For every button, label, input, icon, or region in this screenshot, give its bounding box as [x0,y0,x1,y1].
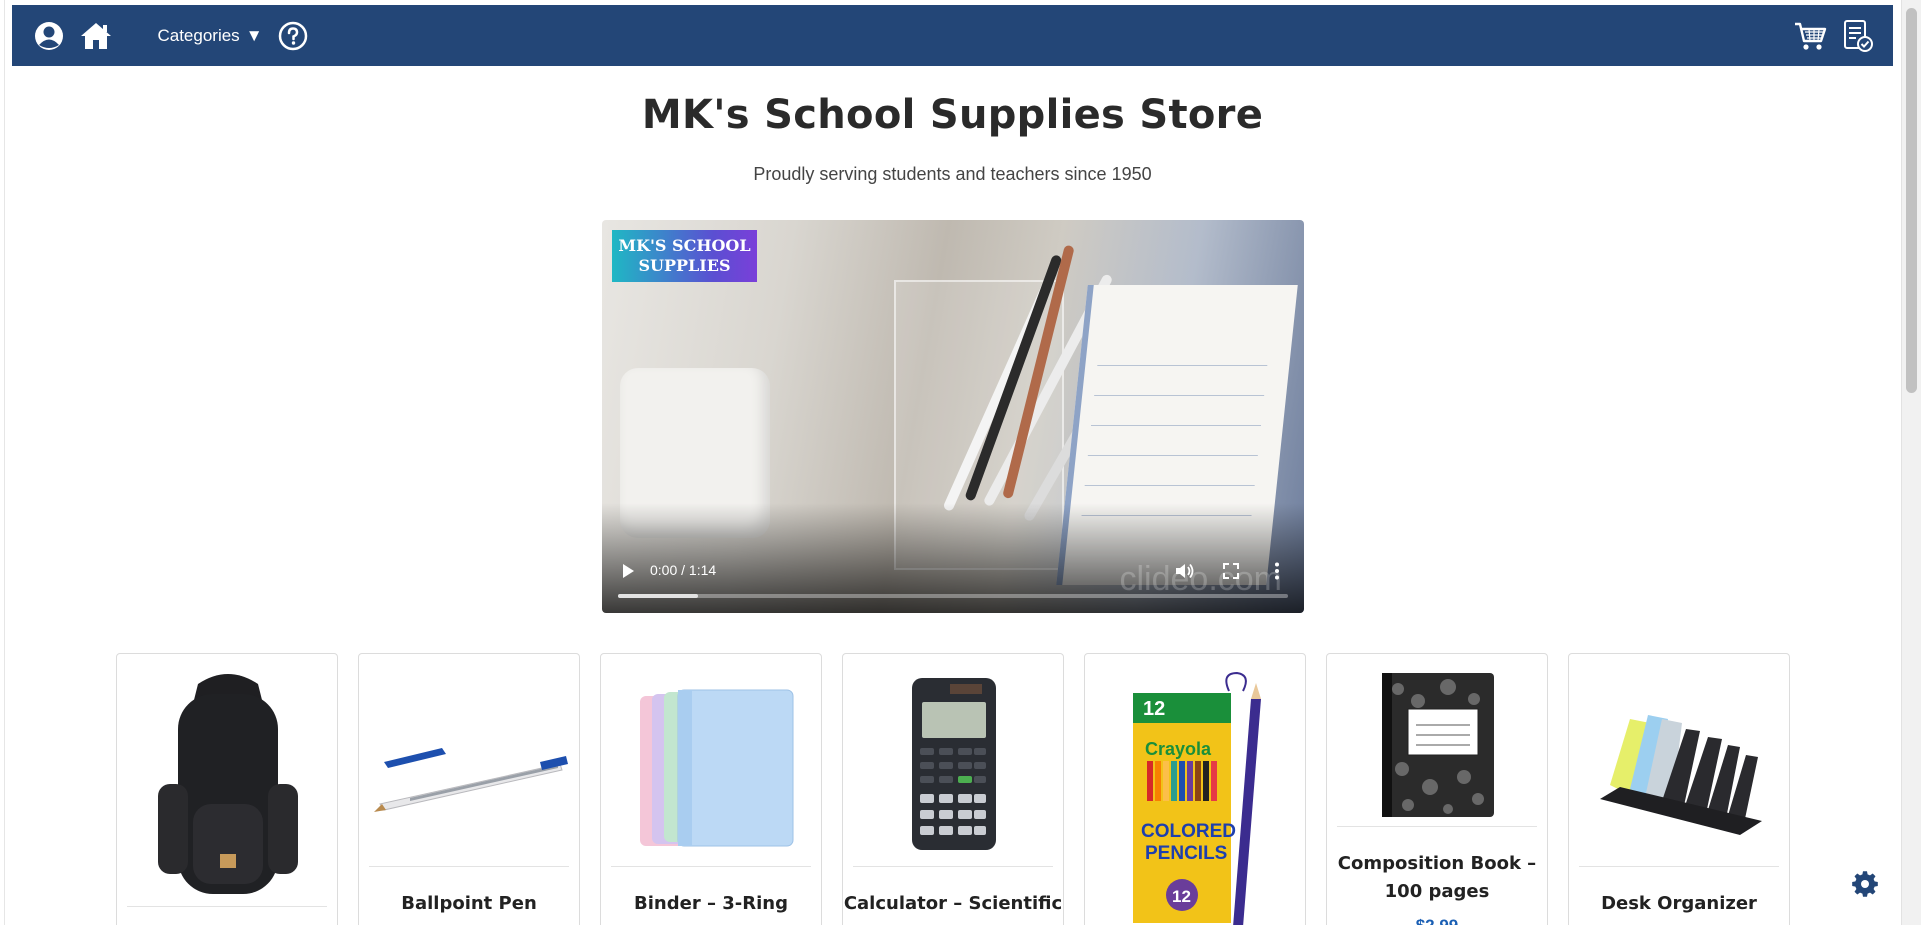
user-icon[interactable] [32,5,66,66]
video-progress-bar[interactable] [618,594,1288,598]
product-name: Desk Organizer [1601,893,1757,914]
video-logo-line1: MK'S SCHOOL [618,236,751,255]
svg-text:12: 12 [1143,698,1165,720]
more-options-icon[interactable] [1266,560,1288,582]
card-divider [1579,866,1779,867]
product-name: Calculator – Scientific [843,893,1063,914]
promo-video[interactable]: MK'S SCHOOL SUPPLIES clideo.com 0:00 / 1… [602,220,1304,613]
product-price: $2.99 [1327,916,1547,925]
card-divider [369,866,569,867]
top-navbar: Categories ▼ [12,5,1893,66]
product-card[interactable]: Composition Book – 100 pages $2.99 [1326,653,1548,925]
svg-text:PENCILS: PENCILS [1145,843,1227,864]
svg-text:Crayola: Crayola [1145,739,1212,759]
product-card[interactable] [116,653,338,925]
product-name: Binder – 3-Ring [634,893,788,914]
video-logo: MK'S SCHOOL SUPPLIES [612,230,757,282]
categories-dropdown[interactable]: Categories ▼ [150,5,270,66]
product-name: Composition Book – 100 pages [1337,853,1537,902]
product-name: Ballpoint Pen [401,893,537,914]
orders-icon[interactable] [1838,5,1878,66]
scrollbar-thumb[interactable] [1906,8,1917,393]
desk-organizer-image [1579,664,1781,864]
composition-book-image [1337,664,1539,824]
chevron-down-icon: ▼ [245,25,263,45]
product-card[interactable]: Desk Organizer [1568,653,1790,925]
product-card[interactable]: 12 Crayola COLORED PENCILS 12 [1084,653,1306,925]
page-title: MK's School Supplies Store [641,92,1264,138]
svg-text:COLORED: COLORED [1141,821,1236,842]
svg-text:12: 12 [1172,887,1191,906]
product-card[interactable]: Binder – 3-Ring [600,653,822,925]
calculator-image [853,664,1055,864]
home-icon[interactable] [76,5,116,66]
card-divider [611,866,811,867]
fullscreen-icon[interactable] [1220,560,1242,582]
store-tagline: Proudly serving students and teachers si… [753,164,1152,184]
product-card[interactable]: Ballpoint Pen [358,653,580,925]
settings-gear-icon[interactable] [1852,871,1878,897]
categories-label: Categories [157,25,240,45]
video-progress-buffered [618,594,699,598]
play-icon[interactable] [618,561,638,581]
card-divider [1337,826,1537,827]
backpack-image [127,664,329,894]
video-logo-line2: SUPPLIES [638,256,731,275]
ballpoint-pen-image [369,664,571,864]
binder-image [611,664,813,864]
card-divider [853,866,1053,867]
video-time: 0:00 / 1:14 [650,562,717,578]
card-divider [127,906,327,907]
volume-icon[interactable] [1173,560,1195,582]
cart-icon[interactable] [1790,5,1830,66]
video-controls: 0:00 / 1:14 [602,543,1304,613]
page-scrollbar[interactable] [1901,0,1921,925]
help-icon[interactable] [276,5,310,66]
colored-pencils-image: 12 Crayola COLORED PENCILS 12 [1095,664,1297,925]
product-card[interactable]: Calculator – Scientific [842,653,1064,925]
